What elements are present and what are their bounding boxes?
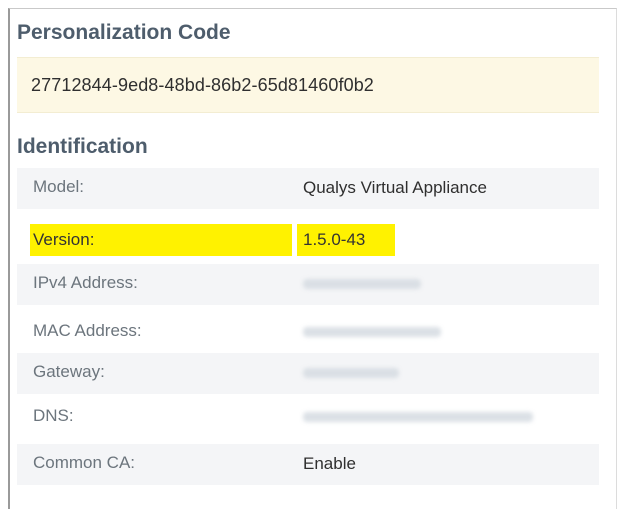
version-label: Version: bbox=[33, 230, 95, 249]
table-row-gateway: Gateway: bbox=[17, 353, 599, 394]
table-row-common-ca: Common CA: Enable bbox=[17, 444, 599, 485]
table-row-model: Model: Qualys Virtual Appliance bbox=[17, 168, 599, 209]
ipv4-address-value-redacted bbox=[303, 279, 421, 289]
common-ca-label: Common CA: bbox=[33, 453, 136, 472]
personalization-code-box: 27712844-9ed8-48bd-86b2-65d81460f0b2 bbox=[17, 57, 599, 113]
version-value: 1.5.0-43 bbox=[303, 230, 366, 249]
model-value: Qualys Virtual Appliance bbox=[303, 178, 487, 197]
table-row-version: Version: 1.5.0-43 bbox=[17, 219, 599, 260]
gateway-value-redacted bbox=[303, 368, 399, 378]
gateway-label: Gateway: bbox=[33, 362, 105, 381]
mac-address-label: MAC Address: bbox=[33, 321, 142, 340]
dns-label: DNS: bbox=[33, 406, 74, 425]
table-row-ipv4: IPv4 Address: bbox=[17, 264, 599, 305]
personalization-code-title: Personalization Code bbox=[17, 21, 231, 44]
ipv4-address-label: IPv4 Address: bbox=[33, 273, 138, 292]
dns-value-redacted bbox=[303, 412, 533, 422]
common-ca-value: Enable bbox=[303, 454, 356, 473]
table-row-mac: MAC Address: bbox=[17, 312, 599, 353]
table-row-dns: DNS: bbox=[17, 397, 599, 438]
mac-address-value-redacted bbox=[303, 327, 441, 337]
identification-title: Identification bbox=[17, 135, 148, 158]
personalization-code-value[interactable]: 27712844-9ed8-48bd-86b2-65d81460f0b2 bbox=[31, 75, 374, 96]
model-label: Model: bbox=[33, 177, 85, 196]
